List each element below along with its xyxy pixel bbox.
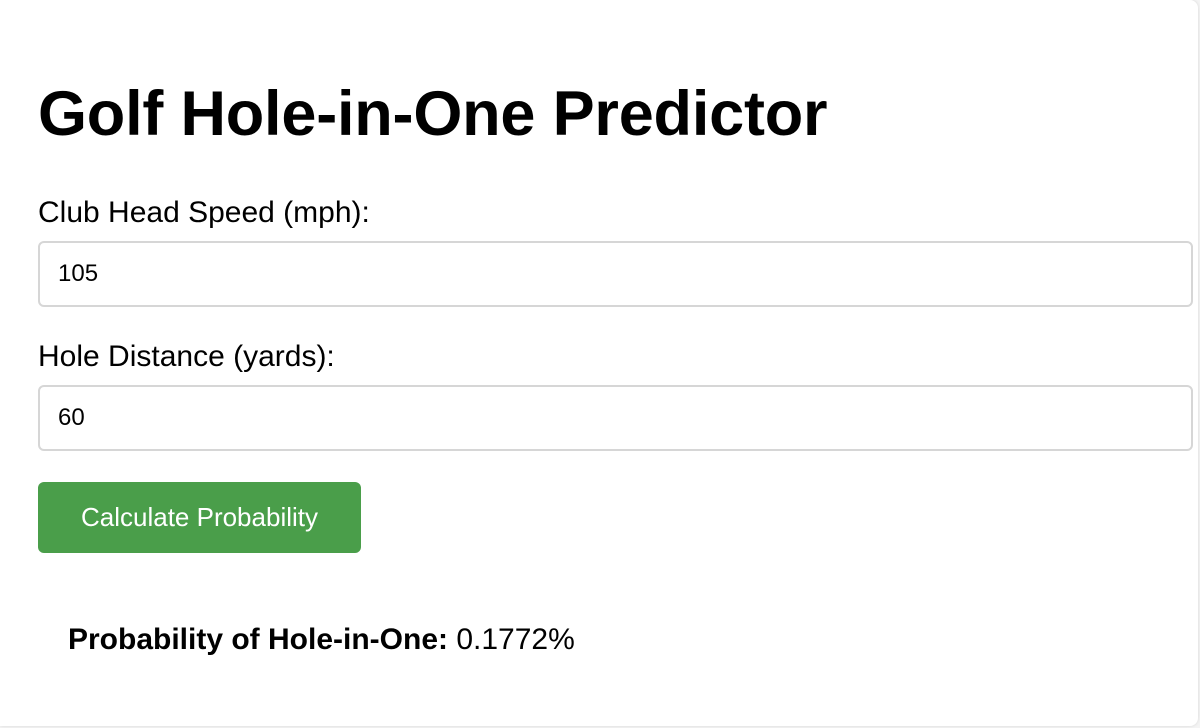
club-speed-input[interactable]	[38, 241, 1193, 307]
hole-distance-input[interactable]	[38, 385, 1193, 451]
result-label: Probability of Hole-in-One:	[68, 623, 448, 656]
result-value: 0.1772%	[456, 623, 575, 656]
predictor-card: Golf Hole-in-One Predictor Club Head Spe…	[0, 0, 1198, 726]
calculate-probability-button[interactable]: Calculate Probability	[38, 482, 361, 553]
hole-distance-label: Hole Distance (yards):	[38, 340, 335, 373]
result-display: Probability of Hole-in-One: 0.1772%	[68, 622, 575, 658]
club-speed-label: Club Head Speed (mph):	[38, 196, 370, 229]
page-title: Golf Hole-in-One Predictor	[38, 79, 828, 149]
